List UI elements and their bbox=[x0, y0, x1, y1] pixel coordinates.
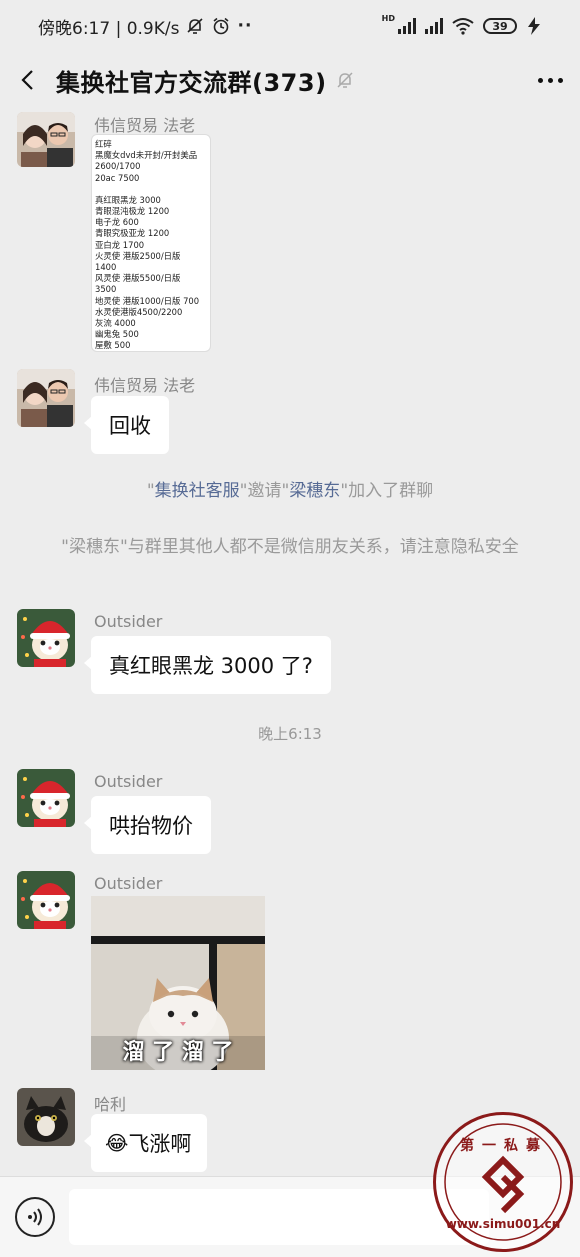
price-line bbox=[95, 184, 207, 195]
image-caption: 溜 了 溜 了 bbox=[122, 1040, 234, 1065]
price-line: 灰流 4000 bbox=[95, 318, 136, 329]
watermark-bottom-text: www.simu001.cn bbox=[445, 1217, 561, 1231]
wifi-icon bbox=[452, 18, 474, 35]
price-line: 3500 bbox=[95, 284, 117, 295]
battery-level: 39 bbox=[492, 19, 508, 33]
notification-muted-icon bbox=[187, 18, 204, 34]
cat-meme-image[interactable]: 溜 了 溜 了 bbox=[91, 896, 265, 1070]
message-bubble[interactable]: 回收 bbox=[84, 396, 169, 454]
avatar-outsider[interactable] bbox=[17, 609, 75, 667]
signal-icon bbox=[398, 18, 416, 34]
price-list-image[interactable]: 红碎 黑魔女dvd未开封/开封美品 2600/1700 20ac 7500 真红… bbox=[91, 134, 211, 352]
message-text: 回收 bbox=[109, 414, 151, 438]
alarm-icon bbox=[213, 17, 229, 35]
more-options-button[interactable] bbox=[520, 52, 580, 108]
avatar-weixin[interactable] bbox=[17, 369, 75, 427]
notice-name-link[interactable]: 梁穗东 bbox=[289, 481, 340, 501]
system-notice-invite: "集换社客服"邀请"梁穗东"加入了群聊 bbox=[30, 478, 550, 505]
message-bubble[interactable]: 哄抬物价 bbox=[84, 796, 211, 854]
hd-label: HD bbox=[381, 13, 395, 23]
price-line: 黑魔女dvd未开封/开封美品 bbox=[95, 150, 198, 161]
charging-icon bbox=[528, 17, 540, 35]
voice-input-button[interactable] bbox=[15, 1197, 55, 1237]
chat-title: 集换社官方交流群(373) bbox=[56, 68, 327, 97]
chevron-left-icon bbox=[21, 70, 33, 90]
battery-icon: 39 bbox=[483, 18, 517, 34]
sender-name: Outsider bbox=[94, 874, 163, 893]
voice-icon bbox=[28, 1208, 42, 1226]
avatar-hali[interactable] bbox=[17, 1088, 75, 1146]
status-time-speed: 傍晚6:17 | 0.9K/s bbox=[38, 18, 180, 39]
back-button[interactable] bbox=[0, 52, 56, 108]
message-text: 飞涨啊 bbox=[128, 1132, 192, 1156]
price-line: 青眼混沌极龙 1200 bbox=[95, 206, 170, 217]
price-line: 1400 bbox=[95, 262, 117, 273]
message-input[interactable] bbox=[69, 1189, 489, 1245]
sender-name: Outsider bbox=[94, 772, 163, 791]
notice-text: "加入了群聊 bbox=[340, 481, 434, 501]
sender-name: 伟信贸易 法老 bbox=[94, 116, 196, 135]
mute-icon bbox=[337, 72, 353, 88]
avatar-outsider[interactable] bbox=[17, 769, 75, 827]
price-line: 火灵使 港版2500/日版 bbox=[95, 250, 181, 261]
status-bar: 傍晚6:17 | 0.9K/s ·· HD 39 bbox=[0, 0, 580, 52]
message-bubble[interactable]: 😂 飞涨啊 bbox=[83, 1114, 208, 1172]
price-line: 屋敷 500 bbox=[95, 340, 131, 351]
watermark-seal: 第一私募 www.simu001.cn bbox=[433, 1112, 573, 1252]
message-bubble[interactable]: 真红眼黑龙 3000 了? bbox=[84, 636, 331, 694]
sender-name: 伟信贸易 法老 bbox=[94, 376, 196, 395]
message-text: 真红眼黑龙 3000 了? bbox=[109, 654, 313, 678]
notice-quote: " bbox=[146, 481, 155, 501]
avatar-outsider[interactable] bbox=[17, 871, 75, 929]
avatar-weixin[interactable] bbox=[17, 112, 75, 167]
notice-name-link[interactable]: 集换社客服 bbox=[155, 481, 240, 501]
chat-header: 集换社官方交流群(373) bbox=[0, 52, 580, 108]
price-line: 幽鬼兔 500 bbox=[95, 329, 139, 340]
price-line: 水灵使港版4500/2200 bbox=[95, 306, 183, 317]
time-separator: 晚上6:13 bbox=[258, 725, 322, 743]
price-line: 真红眼黑龙 3000 bbox=[95, 194, 161, 205]
sender-name: Outsider bbox=[94, 612, 163, 631]
signal-icon-2 bbox=[425, 18, 443, 34]
more-status-icon: ·· bbox=[237, 16, 253, 36]
laughing-emoji-icon: 😂 bbox=[105, 1131, 129, 1155]
price-line: 20ac 7500 bbox=[95, 172, 140, 183]
message-text: 哄抬物价 bbox=[109, 814, 193, 838]
notice-text: "邀请" bbox=[239, 481, 290, 501]
price-line: 2600/1700 bbox=[95, 161, 141, 172]
watermark-top-text: 第一私募 bbox=[460, 1138, 548, 1154]
price-line: 亚白龙 1700 bbox=[95, 239, 145, 250]
sender-name: 哈利 bbox=[94, 1095, 127, 1114]
price-line: 青眼究极亚龙 1200 bbox=[95, 228, 170, 239]
price-line: 风灵使 港版5500/日版 bbox=[95, 273, 181, 284]
price-line: 地灵使 港版1000/日版 700 bbox=[95, 295, 200, 306]
system-notice-privacy: "梁穗东"与群里其他人都不是微信朋友关系，请注意隐私安全 bbox=[61, 537, 519, 557]
price-line: 红碎 bbox=[95, 139, 112, 149]
price-line: 电子龙 600 bbox=[95, 217, 139, 228]
